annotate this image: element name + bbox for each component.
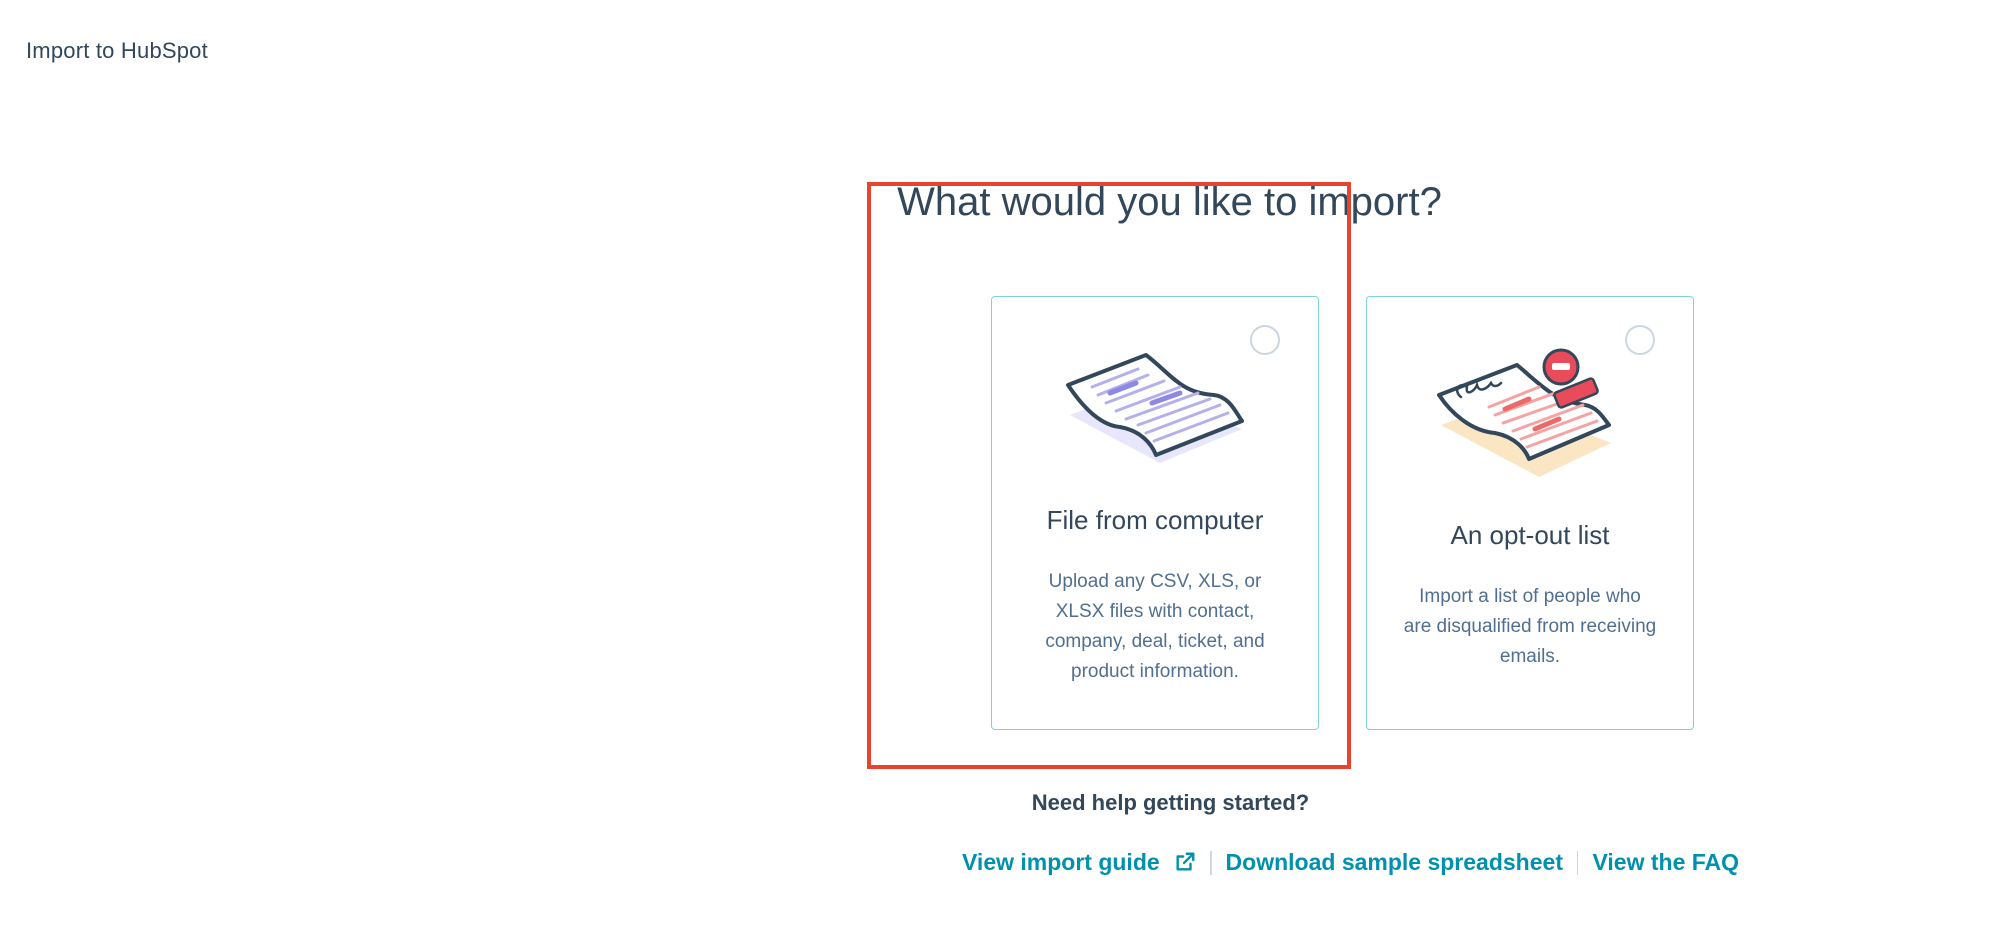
link-separator — [1210, 850, 1212, 875]
file-from-computer-radio[interactable] — [1250, 325, 1280, 355]
opt-out-list-title: An opt-out list — [1450, 520, 1610, 550]
file-from-computer-title: File from computer — [1046, 505, 1264, 535]
external-link-icon — [1176, 852, 1195, 871]
page-title: Import to HubSpot — [26, 38, 208, 63]
file-from-computer-card[interactable]: File from computer Upload any CSV, XLS, … — [991, 296, 1319, 730]
view-import-guide-label: View import guide — [962, 849, 1160, 875]
link-separator — [1576, 850, 1579, 875]
opt-out-document-icon — [1437, 348, 1611, 477]
file-from-computer-description: Upload any CSV, XLS, or XLSX files with … — [1045, 571, 1265, 682]
opt-out-list-radio[interactable] — [1625, 325, 1655, 355]
opt-out-list-description: Import a list of people who are disquali… — [1403, 586, 1657, 667]
import-heading: What would you like to import? — [897, 180, 1442, 224]
help-links: View import guide Download sample spread… — [962, 849, 1739, 876]
opt-out-list-card[interactable]: An opt-out list Import a list of people … — [1366, 296, 1694, 730]
import-page: Import to HubSpot What would you like to… — [0, 0, 1999, 952]
view-import-guide-link[interactable]: View import guide — [962, 849, 1196, 876]
help-title: Need help getting started? — [1031, 790, 1310, 815]
view-faq-link[interactable]: View the FAQ — [1592, 849, 1739, 876]
download-sample-spreadsheet-link[interactable]: Download sample spreadsheet — [1226, 849, 1563, 876]
file-document-icon — [1066, 353, 1244, 463]
